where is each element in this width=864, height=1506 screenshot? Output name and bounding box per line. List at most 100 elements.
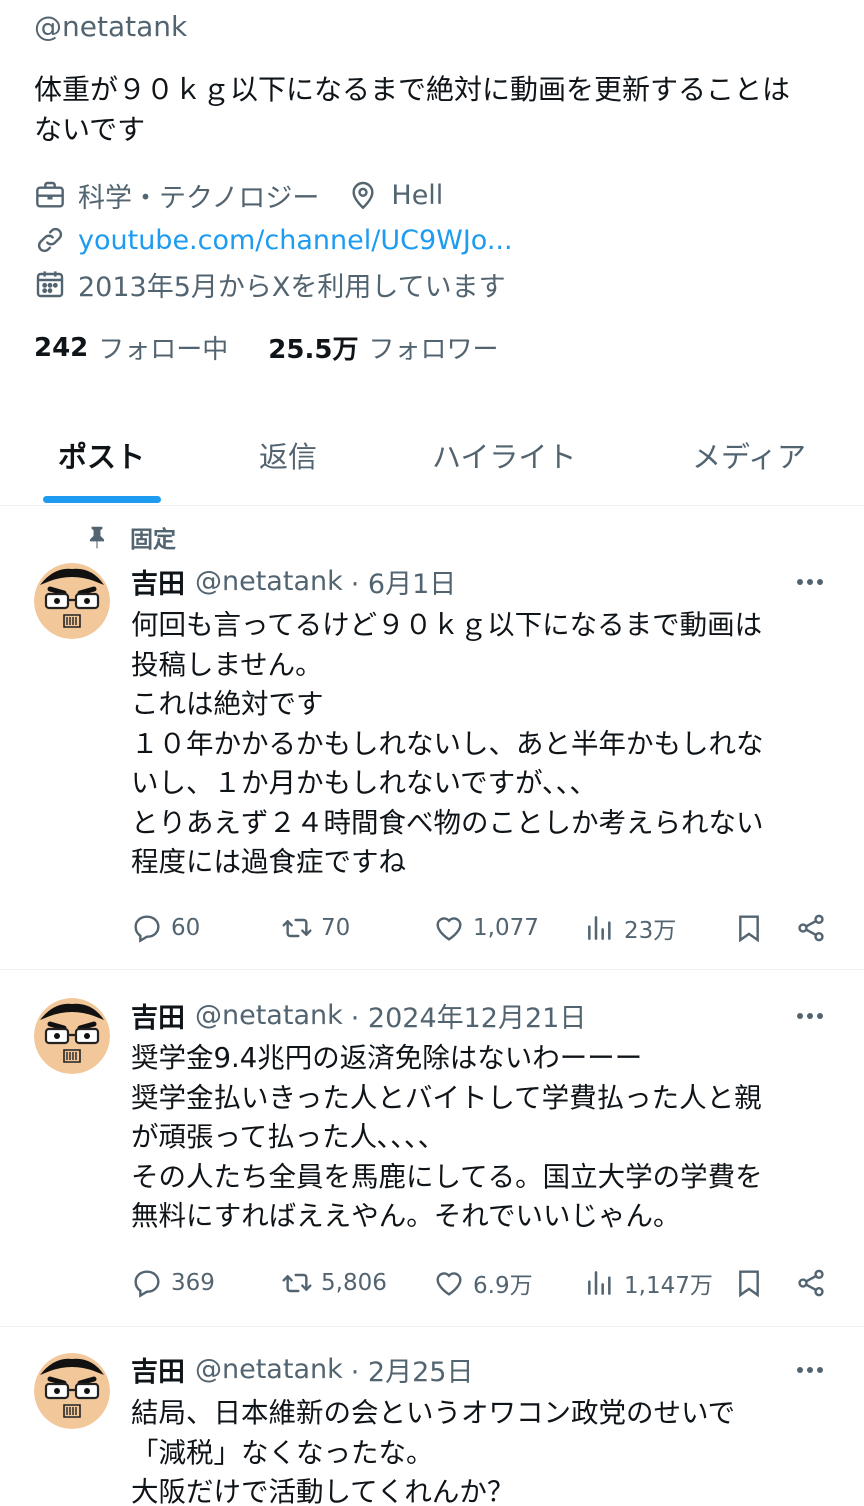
post-text: 奨学金9.4兆円の返済免除はないわーーー 奨学金払いきった人とバイトして学費払っ… [131, 1039, 831, 1237]
post-text: 結局、日本維新の会というオワコン政党のせいで 「減税」なくなったな。 大阪だけで… [131, 1394, 831, 1506]
author-name[interactable]: 吉田 [131, 1350, 185, 1389]
pin-icon [89, 526, 105, 549]
pinned-indicator: 固定 [84, 520, 176, 554]
like-button[interactable]: 1,077 [433, 908, 539, 948]
repost-icon [282, 918, 312, 938]
post-text-line: とりあえず２４時間食べ物のことしか考えられない [131, 806, 764, 839]
profile-meta-category-location: 科学・テクノロジー Hell [34, 175, 443, 215]
bookmark-icon[interactable] [733, 912, 765, 944]
views-button[interactable]: 23万 [584, 908, 676, 948]
bio-line: ないです [34, 113, 146, 146]
post-header: 吉田 @netatank · 2月25日 [131, 1350, 474, 1389]
repost-count: 5,806 [321, 1270, 387, 1296]
views-button[interactable]: 1,147万 [584, 1263, 713, 1303]
views-count: 23万 [624, 918, 677, 944]
reply-button[interactable]: 60 [131, 908, 200, 948]
post-divider [0, 1326, 864, 1327]
post-divider [0, 969, 864, 970]
post-header: 吉田 @netatank · 2024年12月21日 [131, 996, 587, 1035]
post-header: 吉田 @netatank · 6月1日 [131, 562, 457, 601]
pinned-label: 固定 [130, 527, 176, 553]
like-count: 6.9万 [473, 1273, 533, 1299]
post-text-line: が頑張って払った人､､､､ [131, 1121, 433, 1153]
more-icon[interactable] [790, 572, 830, 592]
profile-joined: 2013年5月からXを利用しています [78, 271, 506, 303]
avatar-face-icon [34, 1353, 110, 1429]
profile-bio: 体重が９０ｋｇ以下になるまで絶対に動画を更新することは ないです [34, 70, 834, 150]
more-icon[interactable] [790, 1360, 830, 1380]
post-text-line: 「減税」なくなったな。 [131, 1436, 434, 1469]
repost-count: 70 [321, 915, 351, 941]
post-date[interactable]: · 6月1日 [351, 562, 457, 601]
more-icon[interactable] [790, 1006, 830, 1026]
heart-icon [436, 917, 462, 941]
tab-highlights[interactable]: ハイライト [432, 434, 576, 476]
share-icon[interactable] [795, 1267, 827, 1299]
avatar[interactable] [34, 1353, 110, 1429]
share-icon[interactable] [795, 912, 827, 944]
author-handle[interactable]: @netatank [195, 1354, 343, 1385]
reply-icon [134, 1270, 160, 1298]
profile-tabs: ポスト 返信 ハイライト メディア [0, 420, 864, 506]
reply-button[interactable]: 369 [131, 1263, 215, 1303]
post-text-line: 奨学金9.4兆円の返済免除はないわーーー [131, 1042, 643, 1074]
avatar[interactable] [34, 998, 110, 1074]
reply-count: 60 [171, 915, 201, 941]
location-pin-icon [352, 181, 374, 210]
profile-location: Hell [391, 179, 444, 211]
post-text-line: 大阪だけで活動してくれんか？ [131, 1476, 515, 1506]
post-text-line: １０年かかるかもしれないし、あと半年かもしれな [131, 727, 764, 760]
author-handle[interactable]: @netatank [195, 1000, 343, 1031]
post-text-line: 投稿しません。 [131, 648, 323, 681]
profile-counts: 242 フォロー中 25.5万 フォロワー [34, 329, 498, 366]
profile-link-row[interactable]: youtube.com/channel/UC9WJo... [34, 220, 513, 260]
heart-icon [436, 1272, 462, 1296]
post-text-line: 程度には過食症ですね [131, 846, 406, 878]
post-text-line: 何回も言ってるけど９０ｋｇ以下になるまで動画は [131, 609, 763, 641]
repost-button[interactable]: 5,806 [281, 1263, 387, 1303]
repost-button[interactable]: 70 [281, 908, 350, 948]
like-button[interactable]: 6.9万 [433, 1263, 533, 1303]
post-text-line: 結局、日本維新の会というオワコン政党のせいで [131, 1397, 736, 1429]
author-name[interactable]: 吉田 [131, 562, 185, 601]
following-label: フォロー中 [98, 335, 229, 365]
following-count: 242 [34, 332, 89, 363]
profile-handle: @netatank [34, 10, 188, 43]
followers-label: フォロワー [368, 335, 499, 365]
followers-link[interactable]: 25.5万 フォロワー [268, 329, 498, 366]
author-handle[interactable]: @netatank [195, 566, 343, 597]
tab-media[interactable]: メディア [692, 434, 806, 476]
bio-line: 体重が９０ｋｇ以下になるまで絶対に動画を更新することは [34, 73, 791, 106]
active-tab-indicator [43, 496, 161, 503]
post-text-line: その人たち全員を馬鹿にしてる。国立大学の学費を [131, 1160, 763, 1193]
views-icon [588, 1271, 611, 1295]
post-text-line: 奨学金払いきった人とバイトして学費払った人と親 [131, 1081, 762, 1114]
reply-icon [134, 915, 160, 943]
post-actions: 369 5,806 6.9万 1,147万 [131, 1263, 831, 1303]
views-count: 1,147万 [624, 1273, 713, 1299]
profile-category: 科学・テクノロジー [78, 182, 320, 214]
reply-count: 369 [171, 1270, 215, 1296]
briefcase-icon [36, 181, 64, 208]
post-text-line: いし、１か月かもしれないですが､､､ [131, 767, 584, 799]
followers-count: 25.5万 [268, 335, 359, 365]
calendar-icon [36, 271, 64, 298]
post-actions: 60 70 1,077 23万 [131, 908, 831, 948]
post-date[interactable]: · 2月25日 [351, 1350, 474, 1389]
following-link[interactable]: 242 フォロー中 [34, 329, 228, 366]
avatar[interactable] [34, 563, 110, 639]
avatar-face-icon [34, 998, 110, 1074]
author-name[interactable]: 吉田 [131, 996, 185, 1035]
link-icon [37, 227, 63, 253]
repost-icon [282, 1273, 312, 1293]
profile-link[interactable]: youtube.com/channel/UC9WJo... [78, 225, 513, 256]
tab-replies[interactable]: 返信 [259, 434, 317, 476]
bookmark-icon[interactable] [733, 1267, 765, 1299]
post-text: 何回も言ってるけど９０ｋｇ以下になるまで動画は 投稿しません。 これは絶対です … [131, 606, 831, 883]
like-count: 1,077 [473, 915, 539, 941]
post-date[interactable]: · 2024年12月21日 [351, 996, 587, 1035]
post-text-line: 無料にすればええやん。それでいいじゃん。 [131, 1200, 681, 1232]
views-icon [588, 916, 611, 940]
tab-posts[interactable]: ポスト [58, 434, 145, 476]
avatar-face-icon [34, 563, 110, 639]
